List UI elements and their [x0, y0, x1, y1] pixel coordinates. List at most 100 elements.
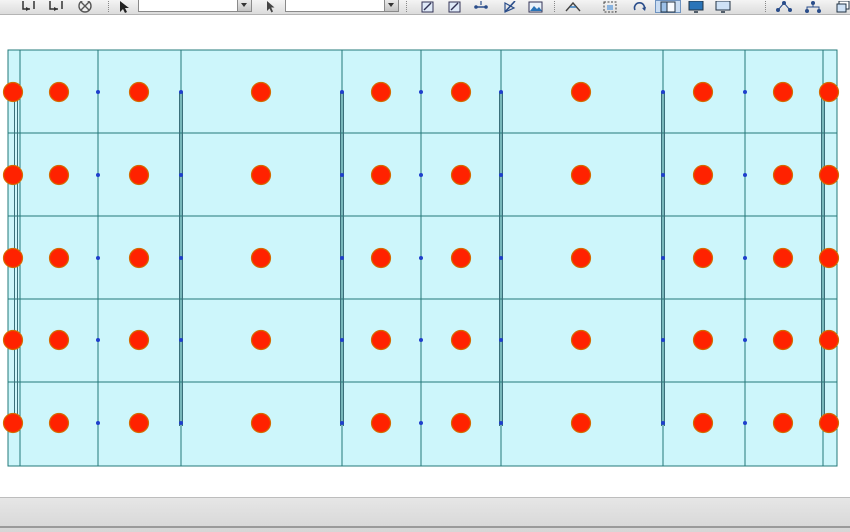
junction-dot — [661, 90, 665, 94]
support-node[interactable] — [570, 329, 592, 351]
hierarchy-icon[interactable] — [800, 0, 826, 13]
support-node[interactable] — [570, 164, 592, 186]
junction-dot — [661, 256, 665, 260]
junction-dot — [499, 173, 503, 177]
support-node[interactable] — [2, 412, 24, 434]
support-node[interactable] — [450, 81, 472, 103]
support-node[interactable] — [692, 412, 714, 434]
junction-dot — [340, 90, 344, 94]
support-node[interactable] — [48, 412, 70, 434]
toolbar-separator — [406, 1, 408, 12]
junction-dot — [419, 338, 423, 342]
snap-icon[interactable] — [560, 0, 586, 13]
junction-dot — [743, 338, 747, 342]
support-node[interactable] — [772, 412, 794, 434]
align-down-icon[interactable] — [19, 0, 39, 13]
support-node[interactable] — [570, 81, 592, 103]
support-node[interactable] — [772, 247, 794, 269]
support-node[interactable] — [450, 329, 472, 351]
junction-dot — [661, 173, 665, 177]
support-node[interactable] — [250, 247, 272, 269]
junction-dot — [419, 256, 423, 260]
support-node[interactable] — [570, 412, 592, 434]
picture-icon[interactable] — [525, 0, 547, 13]
support-node[interactable] — [772, 164, 794, 186]
view-tab-strip — [0, 497, 850, 532]
support-node[interactable] — [818, 247, 840, 269]
support-node[interactable] — [48, 329, 70, 351]
junction-dot — [499, 256, 503, 260]
draw-line-icon[interactable] — [500, 0, 520, 13]
support-node[interactable] — [370, 81, 392, 103]
support-node[interactable] — [692, 81, 714, 103]
support-node[interactable] — [370, 329, 392, 351]
support-node[interactable] — [370, 247, 392, 269]
chevron-down-icon[interactable] — [237, 0, 251, 11]
support-node[interactable] — [370, 412, 392, 434]
align-down-alt-icon[interactable] — [45, 0, 67, 13]
support-node[interactable] — [128, 247, 150, 269]
support-node[interactable] — [250, 412, 272, 434]
support-node[interactable] — [818, 164, 840, 186]
support-node[interactable] — [48, 81, 70, 103]
junction-dot — [743, 173, 747, 177]
junction-dot — [661, 338, 665, 342]
cancel-icon[interactable] — [73, 0, 97, 13]
support-node[interactable] — [370, 164, 392, 186]
junction-dot — [340, 338, 344, 342]
junction-dot — [96, 256, 100, 260]
secondary-pointer-icon[interactable] — [262, 0, 280, 13]
support-node[interactable] — [570, 247, 592, 269]
junction-dot — [96, 90, 100, 94]
support-node[interactable] — [692, 329, 714, 351]
support-node[interactable] — [128, 81, 150, 103]
junction-dot — [179, 421, 183, 425]
junction-dot — [179, 173, 183, 177]
measure-icon[interactable] — [470, 0, 492, 13]
edit-box-icon[interactable] — [417, 0, 439, 13]
structural-model-view[interactable] — [0, 15, 850, 497]
support-node[interactable] — [2, 81, 24, 103]
frame-select-icon[interactable] — [598, 0, 622, 13]
toolbar — [0, 0, 850, 15]
network-icon[interactable] — [771, 0, 797, 13]
toolbar-separator — [108, 1, 110, 12]
support-node[interactable] — [2, 164, 24, 186]
chevron-down-icon[interactable] — [384, 0, 398, 11]
rotate-icon[interactable] — [628, 0, 652, 13]
support-node[interactable] — [818, 81, 840, 103]
support-node[interactable] — [450, 247, 472, 269]
support-node[interactable] — [692, 164, 714, 186]
monitor-icon[interactable] — [684, 0, 708, 13]
edit-box-alt-icon[interactable] — [444, 0, 466, 13]
display-icon[interactable] — [711, 0, 735, 13]
drawing-workspace[interactable] — [0, 15, 850, 532]
support-node[interactable] — [128, 412, 150, 434]
support-node[interactable] — [250, 329, 272, 351]
support-node[interactable] — [128, 329, 150, 351]
support-node[interactable] — [2, 247, 24, 269]
support-node[interactable] — [692, 247, 714, 269]
support-node[interactable] — [818, 412, 840, 434]
support-node[interactable] — [772, 329, 794, 351]
support-node[interactable] — [2, 329, 24, 351]
window-restore-icon[interactable] — [836, 0, 850, 13]
support-node[interactable] — [250, 164, 272, 186]
select-pointer-icon[interactable] — [114, 0, 134, 13]
filter-combo[interactable] — [285, 0, 399, 12]
support-node[interactable] — [772, 81, 794, 103]
support-node[interactable] — [450, 164, 472, 186]
support-node[interactable] — [128, 164, 150, 186]
junction-dot — [499, 338, 503, 342]
support-node[interactable] — [250, 81, 272, 103]
support-node[interactable] — [450, 412, 472, 434]
junction-dot — [96, 421, 100, 425]
support-node[interactable] — [48, 164, 70, 186]
support-node[interactable] — [48, 247, 70, 269]
window-layout-icon[interactable] — [655, 0, 681, 13]
junction-dot — [96, 338, 100, 342]
support-node[interactable] — [818, 329, 840, 351]
toolbar-separator — [554, 1, 556, 12]
entity-combo[interactable] — [138, 0, 252, 12]
junction-dot — [340, 173, 344, 177]
